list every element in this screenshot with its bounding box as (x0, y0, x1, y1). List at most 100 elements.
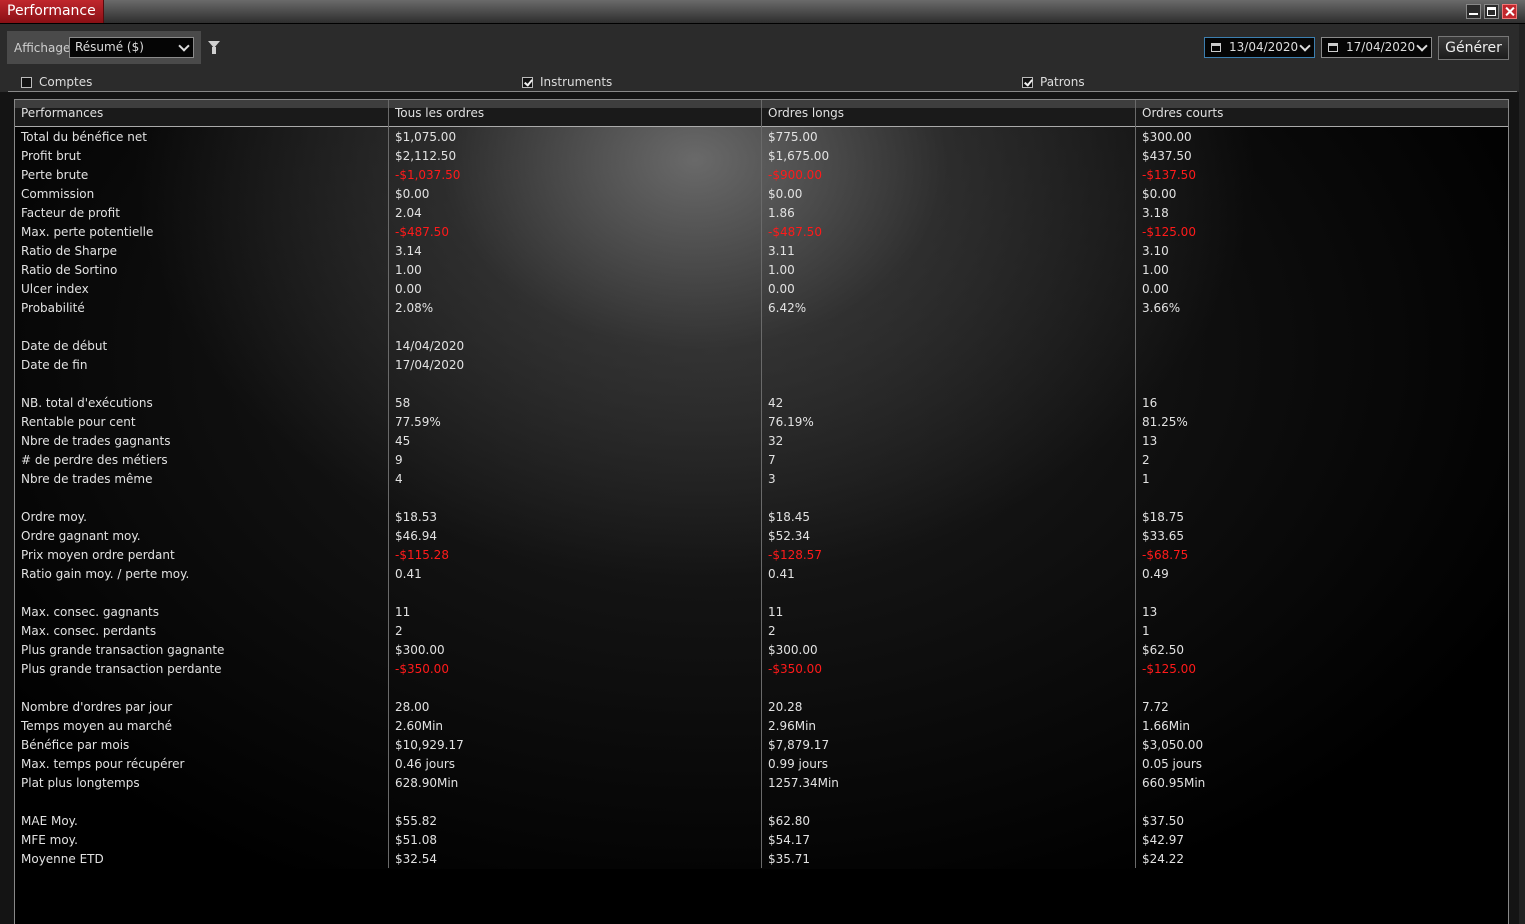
row-value: -$128.57 (768, 548, 822, 562)
row-value: $46.94 (395, 529, 437, 543)
row-value: 76.19% (768, 415, 814, 429)
row-value: 628.90Min (395, 776, 459, 790)
row-label: Max. consec. perdants (21, 624, 157, 638)
row-value: 14/04/2020 (395, 339, 465, 353)
row-value: 81.25% (1142, 415, 1188, 429)
row-value: $33.65 (1142, 529, 1184, 543)
row-label: Bénéfice par mois (21, 738, 130, 752)
row-value: -$487.50 (768, 225, 822, 239)
row-value: 11 (768, 605, 784, 619)
row-value: $2,112.50 (395, 149, 457, 163)
row-label: Nbre de trades gagnants (21, 434, 171, 448)
date-from-value: 13/04/2020 (1229, 40, 1299, 54)
separator (8, 91, 1517, 92)
row-label: Nombre d'ordres par jour (21, 700, 173, 714)
row-value: 32 (768, 434, 784, 448)
row-value: $24.22 (1142, 852, 1184, 866)
row-value: 17/04/2020 (395, 358, 465, 372)
row-value: $62.50 (1142, 643, 1184, 657)
calendar-icon (1328, 43, 1338, 52)
display-select-value: Résumé ($) (75, 40, 144, 54)
row-value: $54.17 (768, 833, 810, 847)
row-value: 2 (1142, 453, 1150, 467)
row-label: Date de fin (21, 358, 88, 372)
row-value: $35.71 (768, 852, 810, 866)
row-value: 1.00 (1142, 263, 1169, 277)
date-from-picker[interactable]: 13/04/2020 (1204, 37, 1315, 58)
row-value: 1 (1142, 472, 1150, 486)
row-value: 9 (395, 453, 403, 467)
row-value: 2 (395, 624, 403, 638)
minimize-icon[interactable] (1466, 4, 1481, 19)
row-value: -$137.50 (1142, 168, 1196, 182)
row-value: $18.75 (1142, 510, 1184, 524)
row-value: 2 (768, 624, 776, 638)
row-label: Plus grande transaction perdante (21, 662, 222, 676)
row-value: $1,075.00 (395, 130, 457, 144)
checkbox-box[interactable] (522, 77, 533, 88)
row-value: $0.00 (1142, 187, 1177, 201)
row-value: 2.08% (395, 301, 434, 315)
row-value: $7,879.17 (768, 738, 830, 752)
column-divider (388, 100, 389, 868)
row-label: Ordre gagnant moy. (21, 529, 141, 543)
row-value: 0.99 jours (768, 757, 828, 771)
row-label: Plus grande transaction gagnante (21, 643, 225, 657)
row-value: 2.96Min (768, 719, 817, 733)
checkbox-label: Patrons (1040, 75, 1085, 89)
row-value: 3.11 (768, 244, 795, 258)
row-value: 1.86 (768, 206, 795, 220)
row-value: 3.14 (395, 244, 422, 258)
row-value: 660.95Min (1142, 776, 1206, 790)
row-value: $437.50 (1142, 149, 1192, 163)
generate-button[interactable]: Générer (1438, 36, 1509, 60)
column-header-long-orders[interactable]: Ordres longs (768, 106, 844, 120)
row-label: NB. total d'exécutions (21, 396, 153, 410)
row-label: Profit brut (21, 149, 81, 163)
row-value: 42 (768, 396, 784, 410)
row-value: $300.00 (395, 643, 445, 657)
row-value: $18.45 (768, 510, 810, 524)
date-to-value: 17/04/2020 (1346, 40, 1416, 54)
row-value: 0.00 (395, 282, 422, 296)
column-header-performances[interactable]: Performances (21, 106, 103, 120)
row-label: Perte brute (21, 168, 89, 182)
row-label: # de perdre des métiers (21, 453, 168, 467)
column-header-short-orders[interactable]: Ordres courts (1142, 106, 1223, 120)
window-title: Performance (0, 0, 104, 23)
row-value: 0.41 (395, 567, 422, 581)
chevron-down-icon (178, 40, 190, 52)
row-value: $18.53 (395, 510, 437, 524)
checkbox-box[interactable] (21, 77, 32, 88)
row-value: -$350.00 (768, 662, 822, 676)
row-label: Total du bénéfice net (21, 130, 147, 144)
display-select[interactable]: Résumé ($) (69, 37, 194, 58)
filter-icon[interactable] (208, 41, 220, 54)
row-label: MFE moy. (21, 833, 78, 847)
row-label: Moyenne ETD (21, 852, 104, 866)
performance-window: Performance Affichage Résumé ($) 13/04/2… (0, 0, 1525, 924)
row-value: $52.34 (768, 529, 810, 543)
row-value: $51.08 (395, 833, 437, 847)
column-header-all-orders[interactable]: Tous les ordres (395, 106, 484, 120)
row-value: 13 (1142, 605, 1158, 619)
row-value: 1.66Min (1142, 719, 1191, 733)
date-to-picker[interactable]: 17/04/2020 (1321, 37, 1432, 58)
maximize-icon[interactable] (1484, 4, 1499, 19)
row-label: Facteur de profit (21, 206, 120, 220)
row-label: Ratio gain moy. / perte moy. (21, 567, 190, 581)
row-value: -$1,037.50 (395, 168, 461, 182)
row-value: 1257.34Min (768, 776, 839, 790)
row-value: 1 (1142, 624, 1150, 638)
checkbox-label: Instruments (540, 75, 613, 89)
toolbar: Affichage Résumé ($) 13/04/2020 17/04/20… (0, 24, 1525, 64)
row-value: 58 (395, 396, 411, 410)
row-value: $55.82 (395, 814, 437, 828)
checkbox-box[interactable] (1022, 77, 1033, 88)
performance-grid: Performances Tous les ordres Ordres long… (14, 99, 1509, 924)
close-icon[interactable] (1502, 4, 1517, 19)
row-label: Prix moyen ordre perdant (21, 548, 175, 562)
title-bar[interactable]: Performance (0, 0, 1525, 24)
row-value: $37.50 (1142, 814, 1184, 828)
row-value: -$68.75 (1142, 548, 1189, 562)
